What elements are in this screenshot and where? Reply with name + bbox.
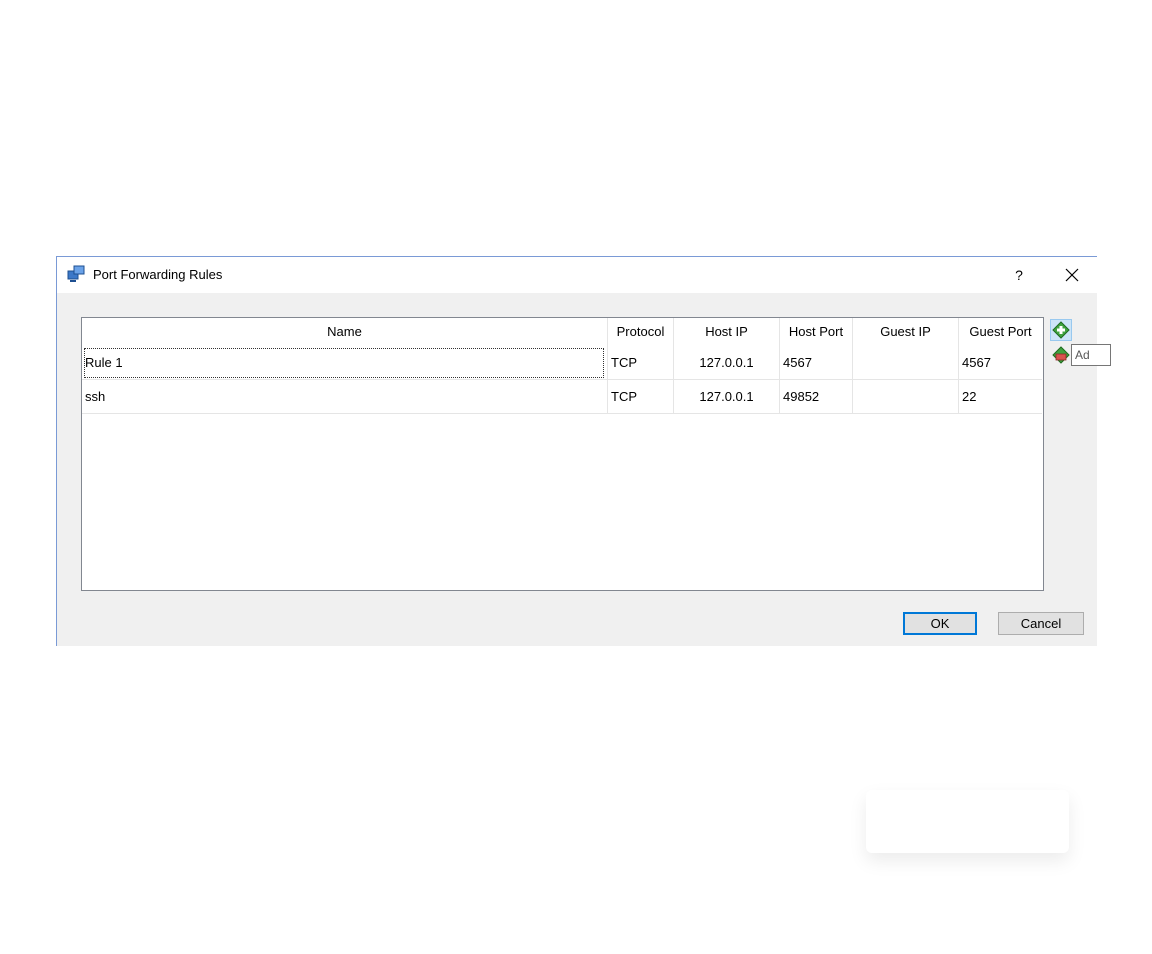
cell-host-port[interactable]: 4567 [780, 346, 853, 380]
cancel-button[interactable]: Cancel [998, 612, 1084, 635]
dialog-title: Port Forwarding Rules [93, 267, 223, 282]
cell-name[interactable]: Rule 1 [82, 346, 608, 380]
column-header-guest-ip[interactable]: Guest IP [853, 318, 959, 346]
background-card [866, 790, 1069, 853]
column-header-protocol[interactable]: Protocol [608, 318, 674, 346]
table-row[interactable]: ssh TCP 127.0.0.1 49852 22 [82, 380, 1042, 414]
rules-table[interactable]: Name Protocol Host IP Host Port Guest IP… [81, 317, 1044, 591]
add-rule-icon[interactable] [1050, 319, 1072, 341]
title-bar: Port Forwarding Rules ? [57, 257, 1097, 293]
cell-guest-ip[interactable] [853, 346, 959, 380]
network-icon [67, 265, 85, 282]
column-header-guest-port[interactable]: Guest Port [959, 318, 1042, 346]
table-row[interactable]: Rule 1 TCP 127.0.0.1 4567 4567 [82, 346, 1042, 380]
column-header-host-port[interactable]: Host Port [780, 318, 853, 346]
cell-host-port[interactable]: 49852 [780, 380, 853, 414]
port-forwarding-dialog: Port Forwarding Rules ? Name Protocol Ho… [56, 256, 1111, 646]
column-header-host-ip[interactable]: Host IP [674, 318, 780, 346]
remove-rule-icon[interactable] [1050, 344, 1072, 366]
column-header-name[interactable]: Name [82, 318, 608, 346]
help-button[interactable]: ? [1007, 261, 1031, 289]
table-header: Name Protocol Host IP Host Port Guest IP… [82, 318, 1043, 346]
cell-host-ip[interactable]: 127.0.0.1 [674, 346, 780, 380]
add-rule-tooltip: Ad [1071, 344, 1111, 366]
cell-protocol[interactable]: TCP [608, 346, 674, 380]
cell-protocol[interactable]: TCP [608, 380, 674, 414]
cell-name[interactable]: ssh [82, 380, 608, 414]
cell-host-ip[interactable]: 127.0.0.1 [674, 380, 780, 414]
close-icon[interactable] [1055, 261, 1089, 289]
cell-guest-ip[interactable] [853, 380, 959, 414]
cell-guest-port[interactable]: 4567 [959, 346, 1042, 380]
ok-button[interactable]: OK [903, 612, 977, 635]
cell-guest-port[interactable]: 22 [959, 380, 1042, 414]
